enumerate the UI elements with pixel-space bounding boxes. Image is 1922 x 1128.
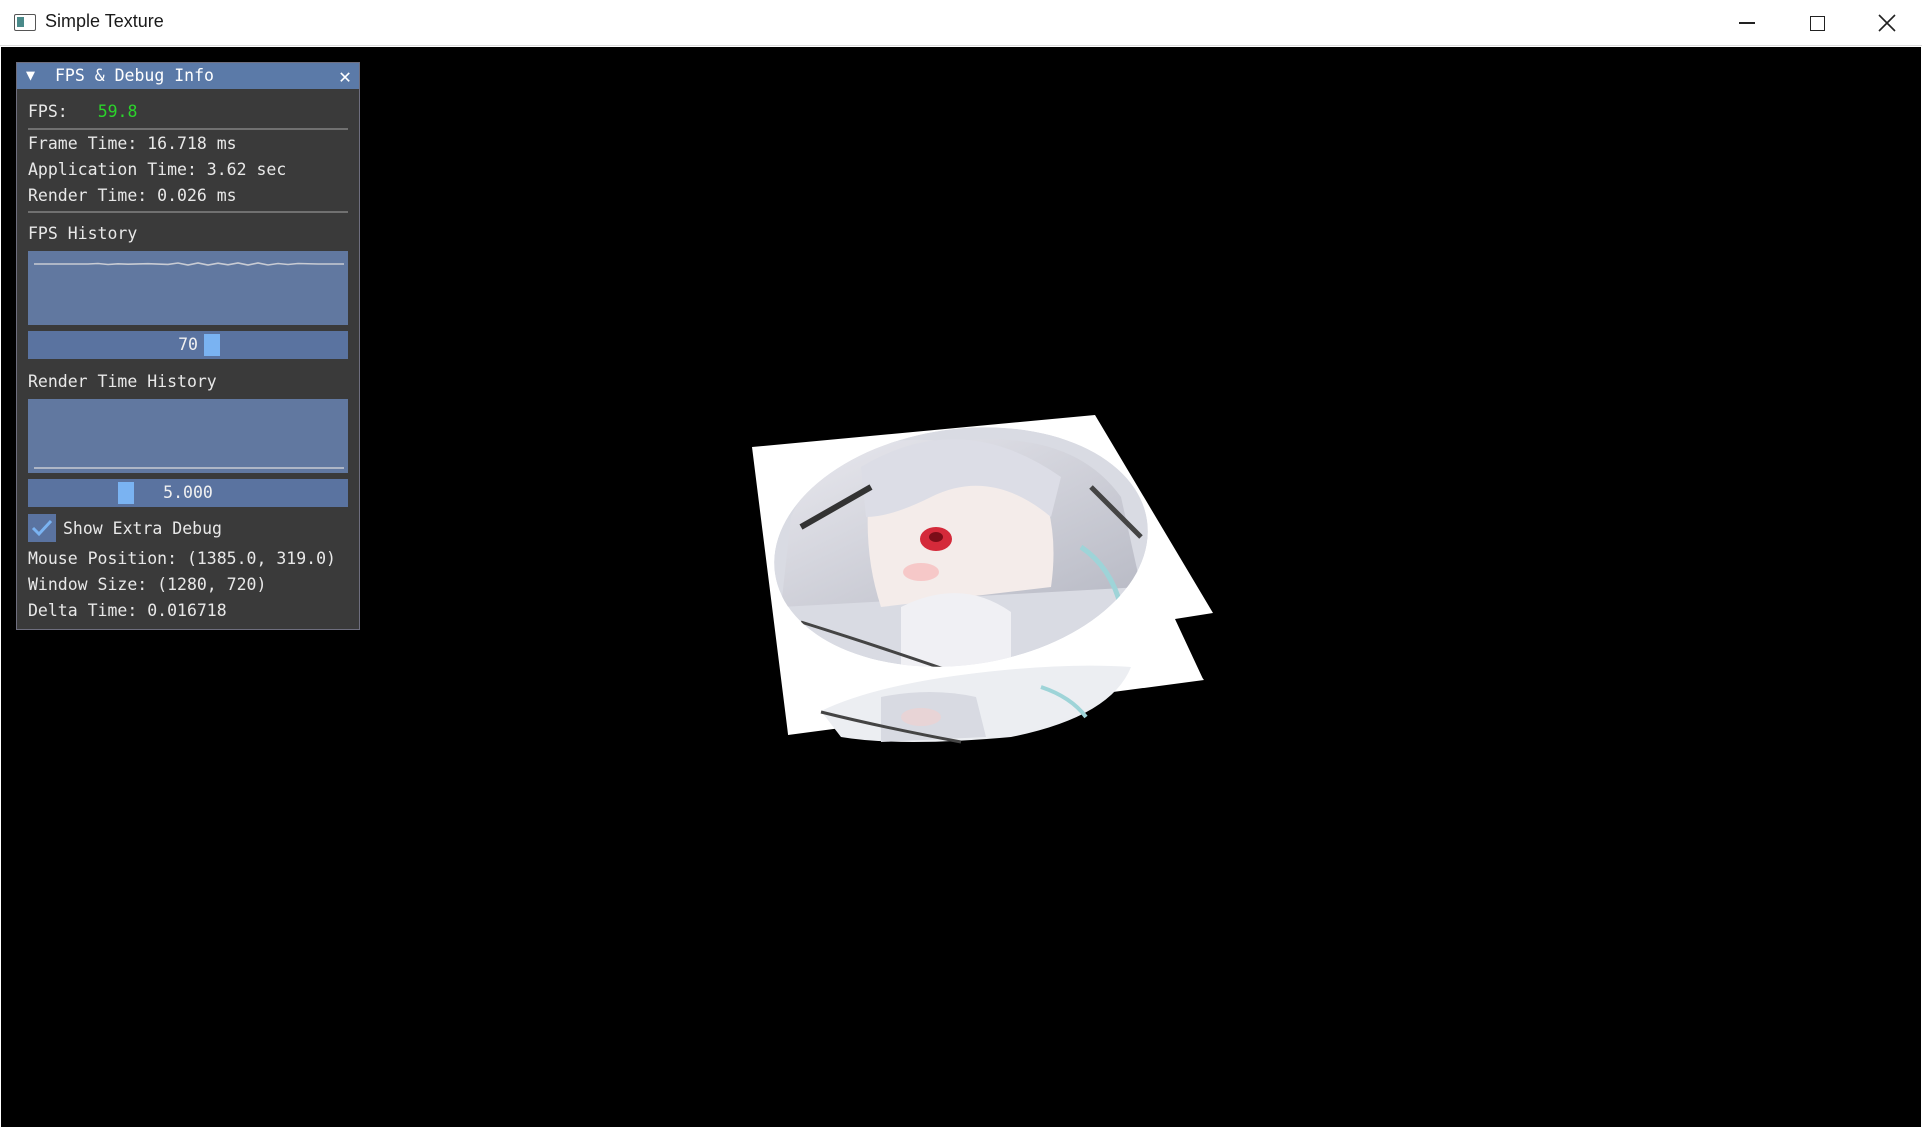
window-titlebar[interactable]: Simple Texture xyxy=(0,0,1922,46)
triangle-down-icon[interactable]: ▼ xyxy=(26,66,35,84)
render-history-slider-value: 5.000 xyxy=(163,483,213,502)
render-history-label: Render Time History xyxy=(28,372,217,391)
close-icon[interactable]: ✕ xyxy=(339,64,351,88)
panel-title-bar[interactable]: ▼ FPS & Debug Info ✕ xyxy=(17,63,359,89)
separator xyxy=(28,128,348,130)
fps-row: FPS: 59.8 xyxy=(28,102,137,121)
panel-title: FPS & Debug Info xyxy=(55,66,214,85)
show-extra-debug-label[interactable]: Show Extra Debug xyxy=(63,519,222,538)
render-time: Render Time: 0.026 ms xyxy=(28,186,237,205)
maximize-button[interactable] xyxy=(1782,0,1852,46)
fps-history-plot[interactable] xyxy=(28,251,348,325)
window-title: Simple Texture xyxy=(45,11,164,31)
fps-history-line xyxy=(34,262,344,266)
render-history-line xyxy=(34,467,344,469)
close-window-button[interactable] xyxy=(1852,0,1922,46)
mouse-position: Mouse Position: (1385.0, 319.0) xyxy=(28,549,336,568)
fps-history-label: FPS History xyxy=(28,224,138,243)
fps-debug-panel[interactable]: ▼ FPS & Debug Info ✕ FPS: 59.8 Frame Tim… xyxy=(16,62,360,630)
window-size: Window Size: (1280, 720) xyxy=(28,575,267,594)
show-extra-debug-checkbox[interactable] xyxy=(28,514,56,542)
delta-time: Delta Time: 0.016718 xyxy=(28,601,227,620)
render-time-history-plot[interactable] xyxy=(28,399,348,473)
render-history-slider[interactable]: 5.000 xyxy=(28,479,348,507)
maximize-icon xyxy=(1809,15,1825,31)
separator xyxy=(28,211,348,213)
frame-time: Frame Time: 16.718 ms xyxy=(28,134,237,153)
close-window-icon xyxy=(1878,14,1896,32)
minimize-button[interactable] xyxy=(1712,0,1782,46)
app-window-icon xyxy=(14,14,36,31)
checkmark-icon xyxy=(31,519,53,537)
fps-history-slider-value: 70 xyxy=(178,335,198,354)
fps-label: FPS: xyxy=(28,102,68,121)
application-time: Application Time: 3.62 sec xyxy=(28,160,287,179)
fps-value: 59.8 xyxy=(97,102,138,121)
minimize-icon xyxy=(1739,22,1755,24)
fps-history-slider[interactable]: 70 xyxy=(28,331,348,359)
